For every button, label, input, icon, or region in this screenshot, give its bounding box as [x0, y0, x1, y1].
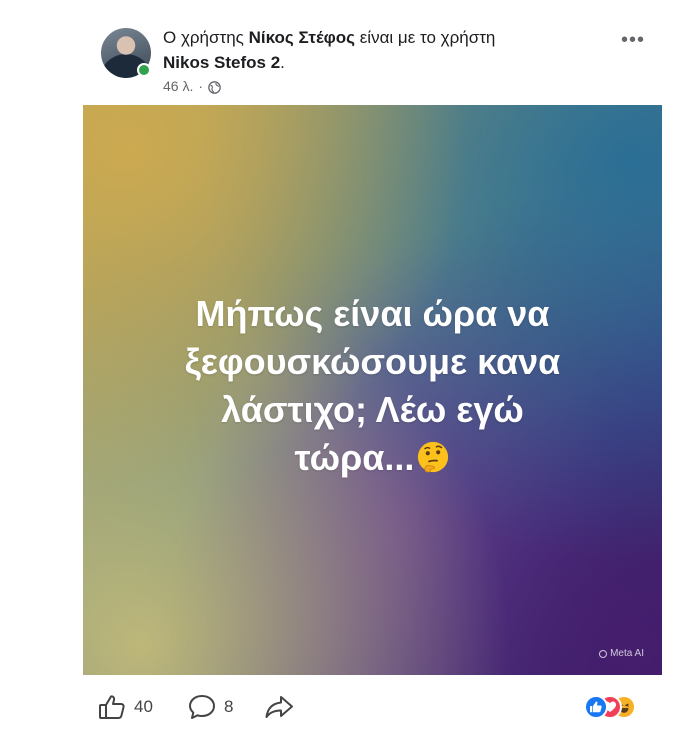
- thumbs-up-icon: [98, 694, 126, 720]
- watermark-label: Meta AI: [610, 648, 644, 659]
- post-meta: 46 λ. ·: [163, 77, 221, 95]
- online-status-dot: [137, 63, 151, 77]
- post-image[interactable]: Μήπως είναι ώρα να ξεφουσκώσουμε κανα λά…: [83, 105, 662, 675]
- comment-button[interactable]: 8: [188, 694, 233, 720]
- caption-line-3: λάστιχο; Λέω εγώ: [221, 389, 524, 430]
- like-reaction-icon: [584, 695, 608, 719]
- thinking-face-icon: [416, 438, 450, 473]
- caption-line-4: τώρα...: [294, 437, 415, 478]
- comment-bubble-icon: [188, 694, 216, 720]
- like-button[interactable]: 40: [98, 694, 153, 720]
- post-author-line: Ο χρήστης Νίκος Στέφος είναι με το χρήστ…: [163, 27, 495, 49]
- like-count: 40: [134, 697, 153, 716]
- post-header: Ο χρήστης Νίκος Στέφος είναι με το χρήστ…: [0, 0, 676, 104]
- share-arrow-icon: [264, 694, 294, 720]
- author-prefix: Ο χρήστης: [163, 28, 249, 47]
- with-text: είναι με το χρήστη: [355, 28, 496, 47]
- tagged-line: Nikos Stefos 2.: [163, 52, 285, 74]
- more-options-button[interactable]: •••: [621, 30, 645, 50]
- tagged-user-link[interactable]: Nikos Stefos 2: [163, 53, 280, 72]
- caption-line-4-wrap: τώρα...: [83, 434, 662, 482]
- share-button[interactable]: [264, 694, 294, 720]
- author-name-link[interactable]: Νίκος Στέφος: [249, 28, 355, 47]
- comment-count: 8: [224, 697, 234, 716]
- caption-line-2: ξεφουσκώσουμε κανα: [184, 341, 561, 382]
- reaction-summary[interactable]: [584, 695, 640, 719]
- meta-ai-watermark: Meta AI: [599, 648, 644, 659]
- post-action-bar: 40 8: [0, 686, 676, 726]
- meta-separator: ·: [198, 78, 204, 94]
- caption-line-1: Μήπως είναι ώρα να: [195, 293, 550, 334]
- post-timestamp[interactable]: 46 λ.: [163, 77, 193, 95]
- image-caption-text: Μήπως είναι ώρα να ξεφουσκώσουμε κανα λά…: [83, 290, 662, 482]
- meta-ai-icon: [599, 649, 608, 658]
- tagged-suffix: .: [280, 53, 285, 72]
- globe-icon: [208, 80, 221, 94]
